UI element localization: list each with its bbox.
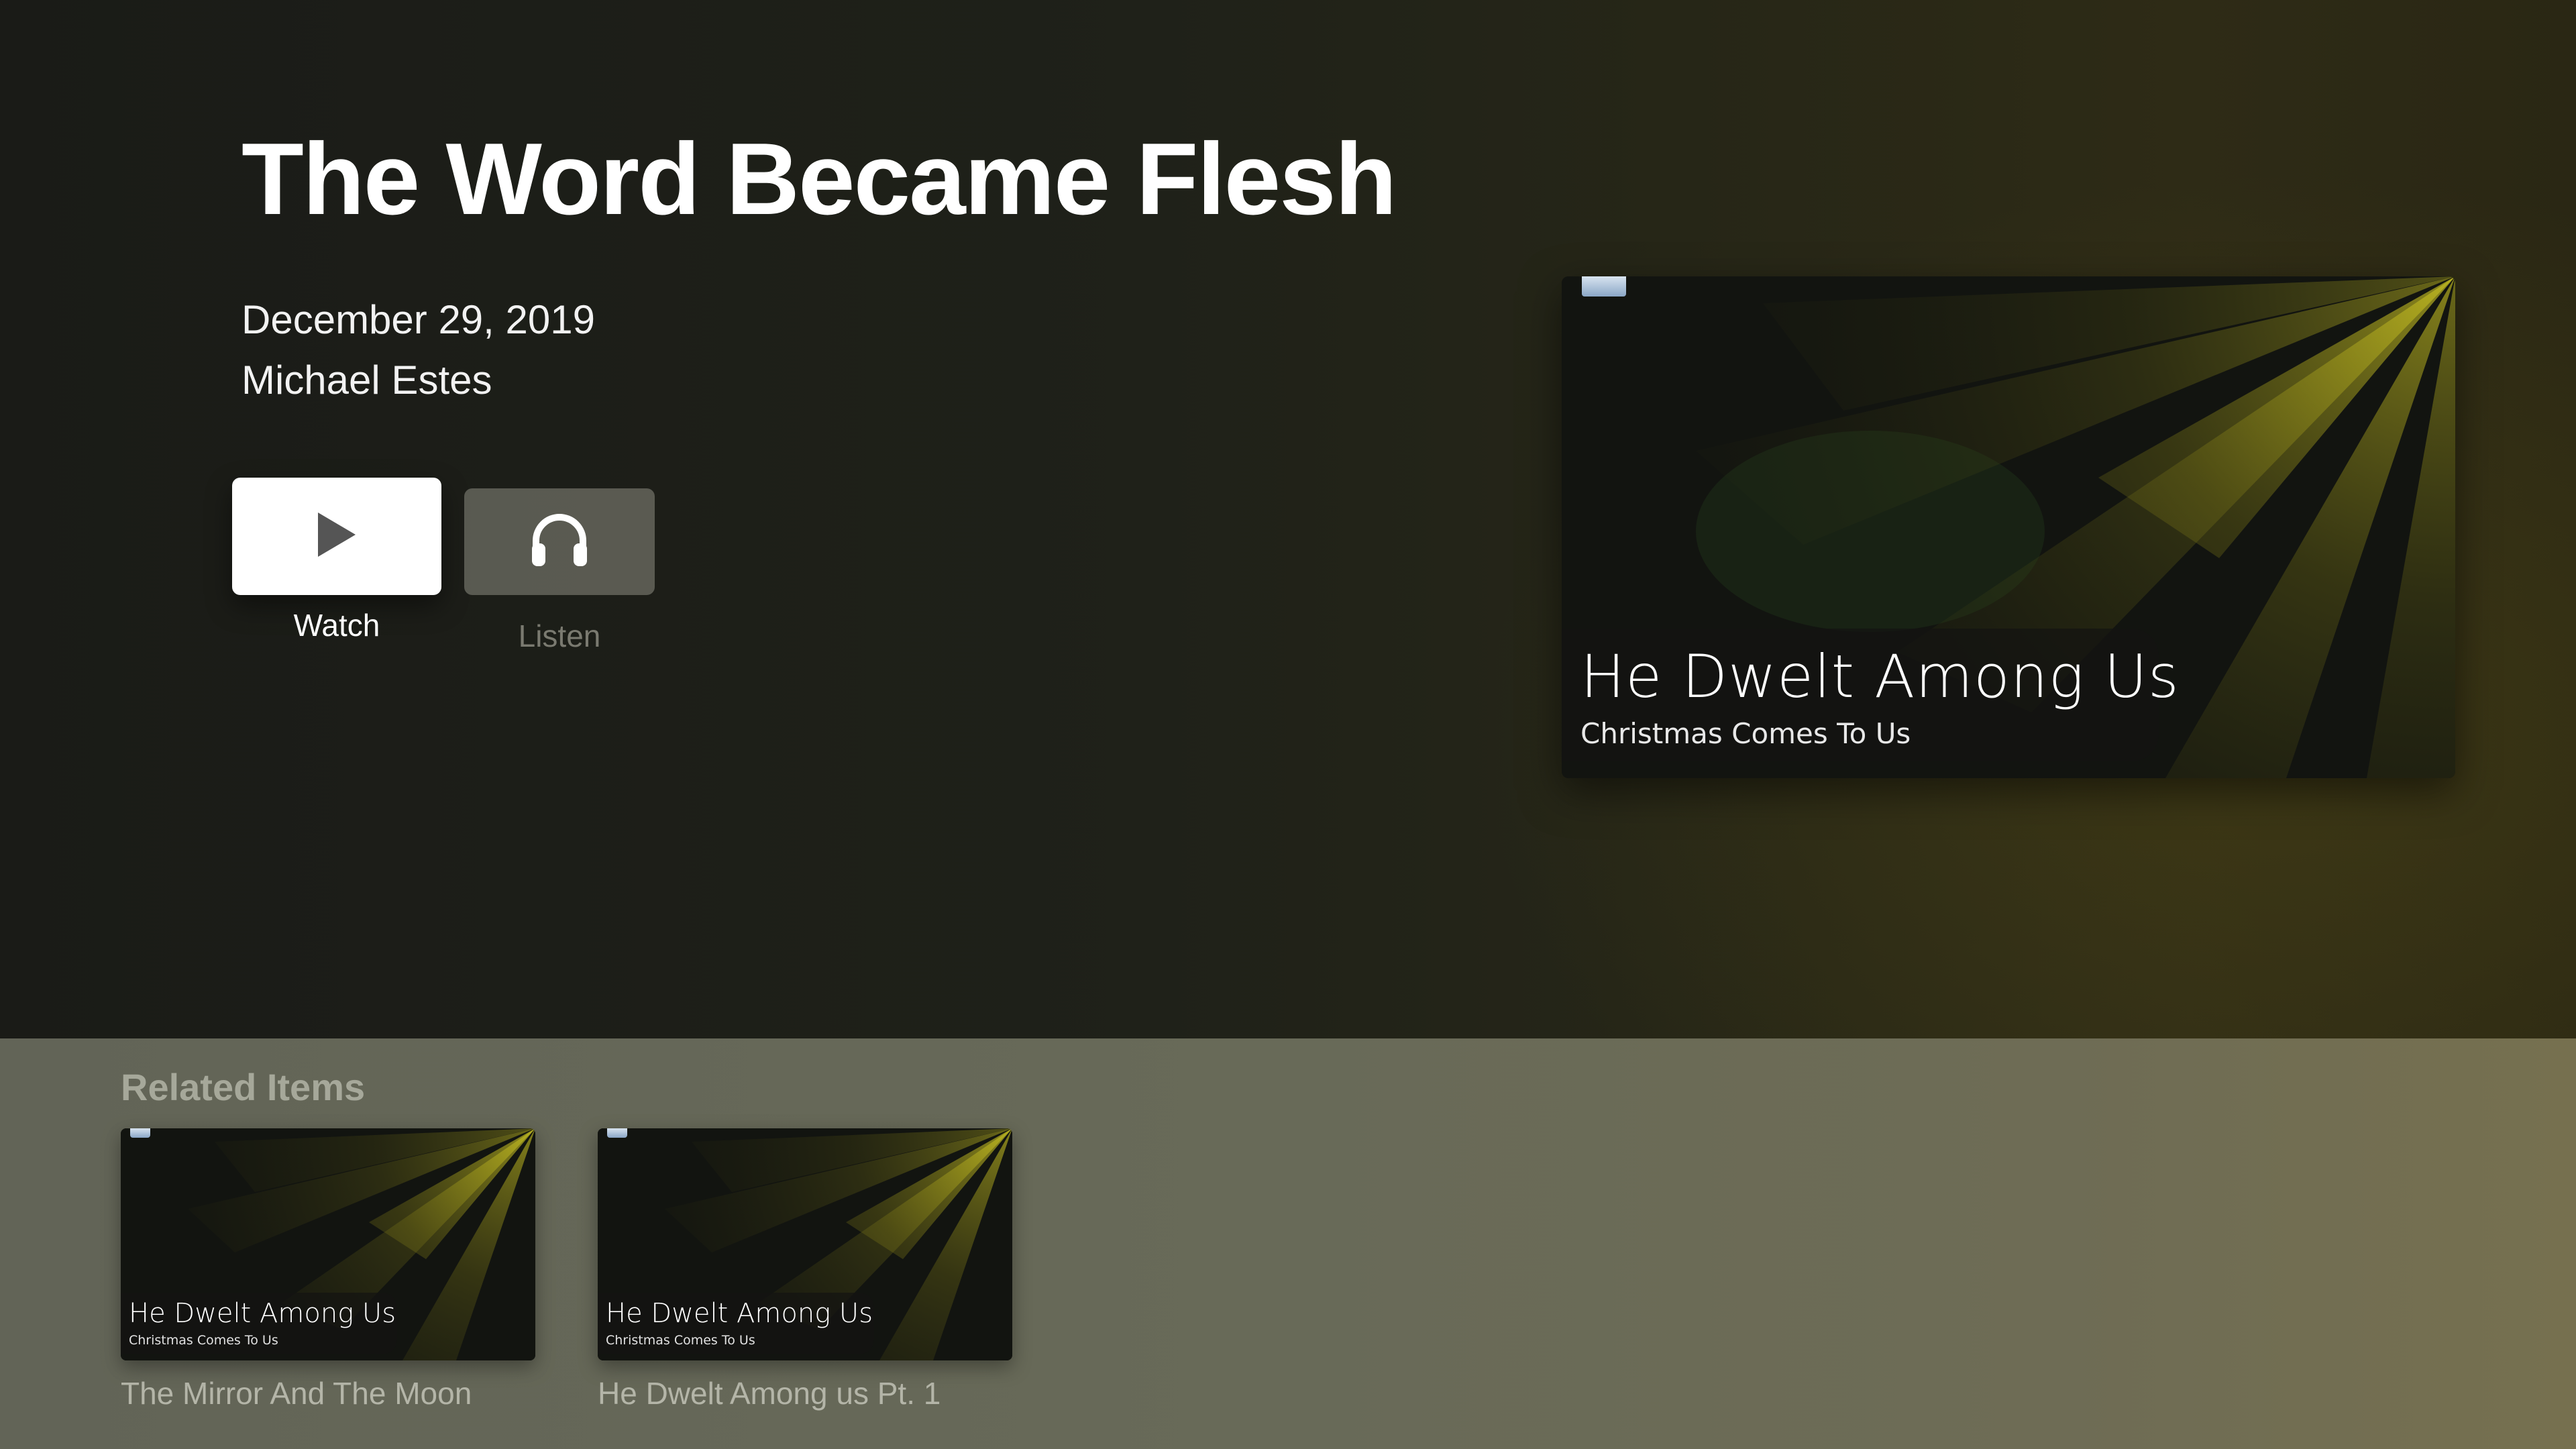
artwork-title: He Dwelt Among Us (1580, 642, 2180, 711)
thumbnail-title: He Dwelt Among Us (606, 1298, 873, 1329)
sermon-date: December 29, 2019 (241, 297, 595, 342)
related-items-heading: Related Items (121, 1066, 366, 1108)
play-icon (315, 511, 358, 561)
related-items-section: Related Items He Dwelt Among Us Christma… (0, 1038, 2576, 1449)
artwork-subtitle: Christmas Comes To Us (1580, 717, 1911, 750)
listen-label: Listen (518, 619, 601, 653)
related-item-thumbnail[interactable]: He Dwelt Among Us Christmas Comes To Us (598, 1128, 1012, 1360)
related-item-title: He Dwelt Among us Pt. 1 (598, 1376, 941, 1411)
artwork-caption: He Dwelt Among Us Christmas Comes To Us (1562, 629, 2179, 761)
thumbnail-title: He Dwelt Among Us (129, 1298, 396, 1329)
watch-action[interactable]: Watch (232, 478, 441, 643)
sermon-artwork: He Dwelt Among Us Christmas Comes To Us (1562, 276, 2455, 778)
page-title: The Word Became Flesh (241, 122, 1397, 236)
thumbnail-caption: He Dwelt Among Us Christmas Comes To Us (121, 1293, 397, 1354)
listen-button[interactable] (464, 488, 655, 595)
bible-icon (130, 1128, 150, 1138)
related-item-card[interactable]: He Dwelt Among Us Christmas Comes To Us … (598, 1128, 1012, 1411)
bible-icon (1582, 276, 1626, 297)
headphones-icon (529, 511, 590, 572)
thumbnail-subtitle: Christmas Comes To Us (606, 1333, 755, 1348)
related-item-thumbnail[interactable]: He Dwelt Among Us Christmas Comes To Us (121, 1128, 535, 1360)
speaker-name: Michael Estes (241, 358, 492, 402)
thumbnail-caption: He Dwelt Among Us Christmas Comes To Us (598, 1293, 874, 1354)
related-item-card[interactable]: He Dwelt Among Us Christmas Comes To Us … (121, 1128, 535, 1411)
watch-button[interactable] (232, 478, 441, 595)
thumbnail-subtitle: Christmas Comes To Us (129, 1333, 278, 1348)
related-item-title: The Mirror And The Moon (121, 1376, 472, 1411)
watch-label: Watch (293, 608, 380, 643)
bible-icon (607, 1128, 627, 1138)
listen-action[interactable]: Listen (464, 488, 655, 654)
